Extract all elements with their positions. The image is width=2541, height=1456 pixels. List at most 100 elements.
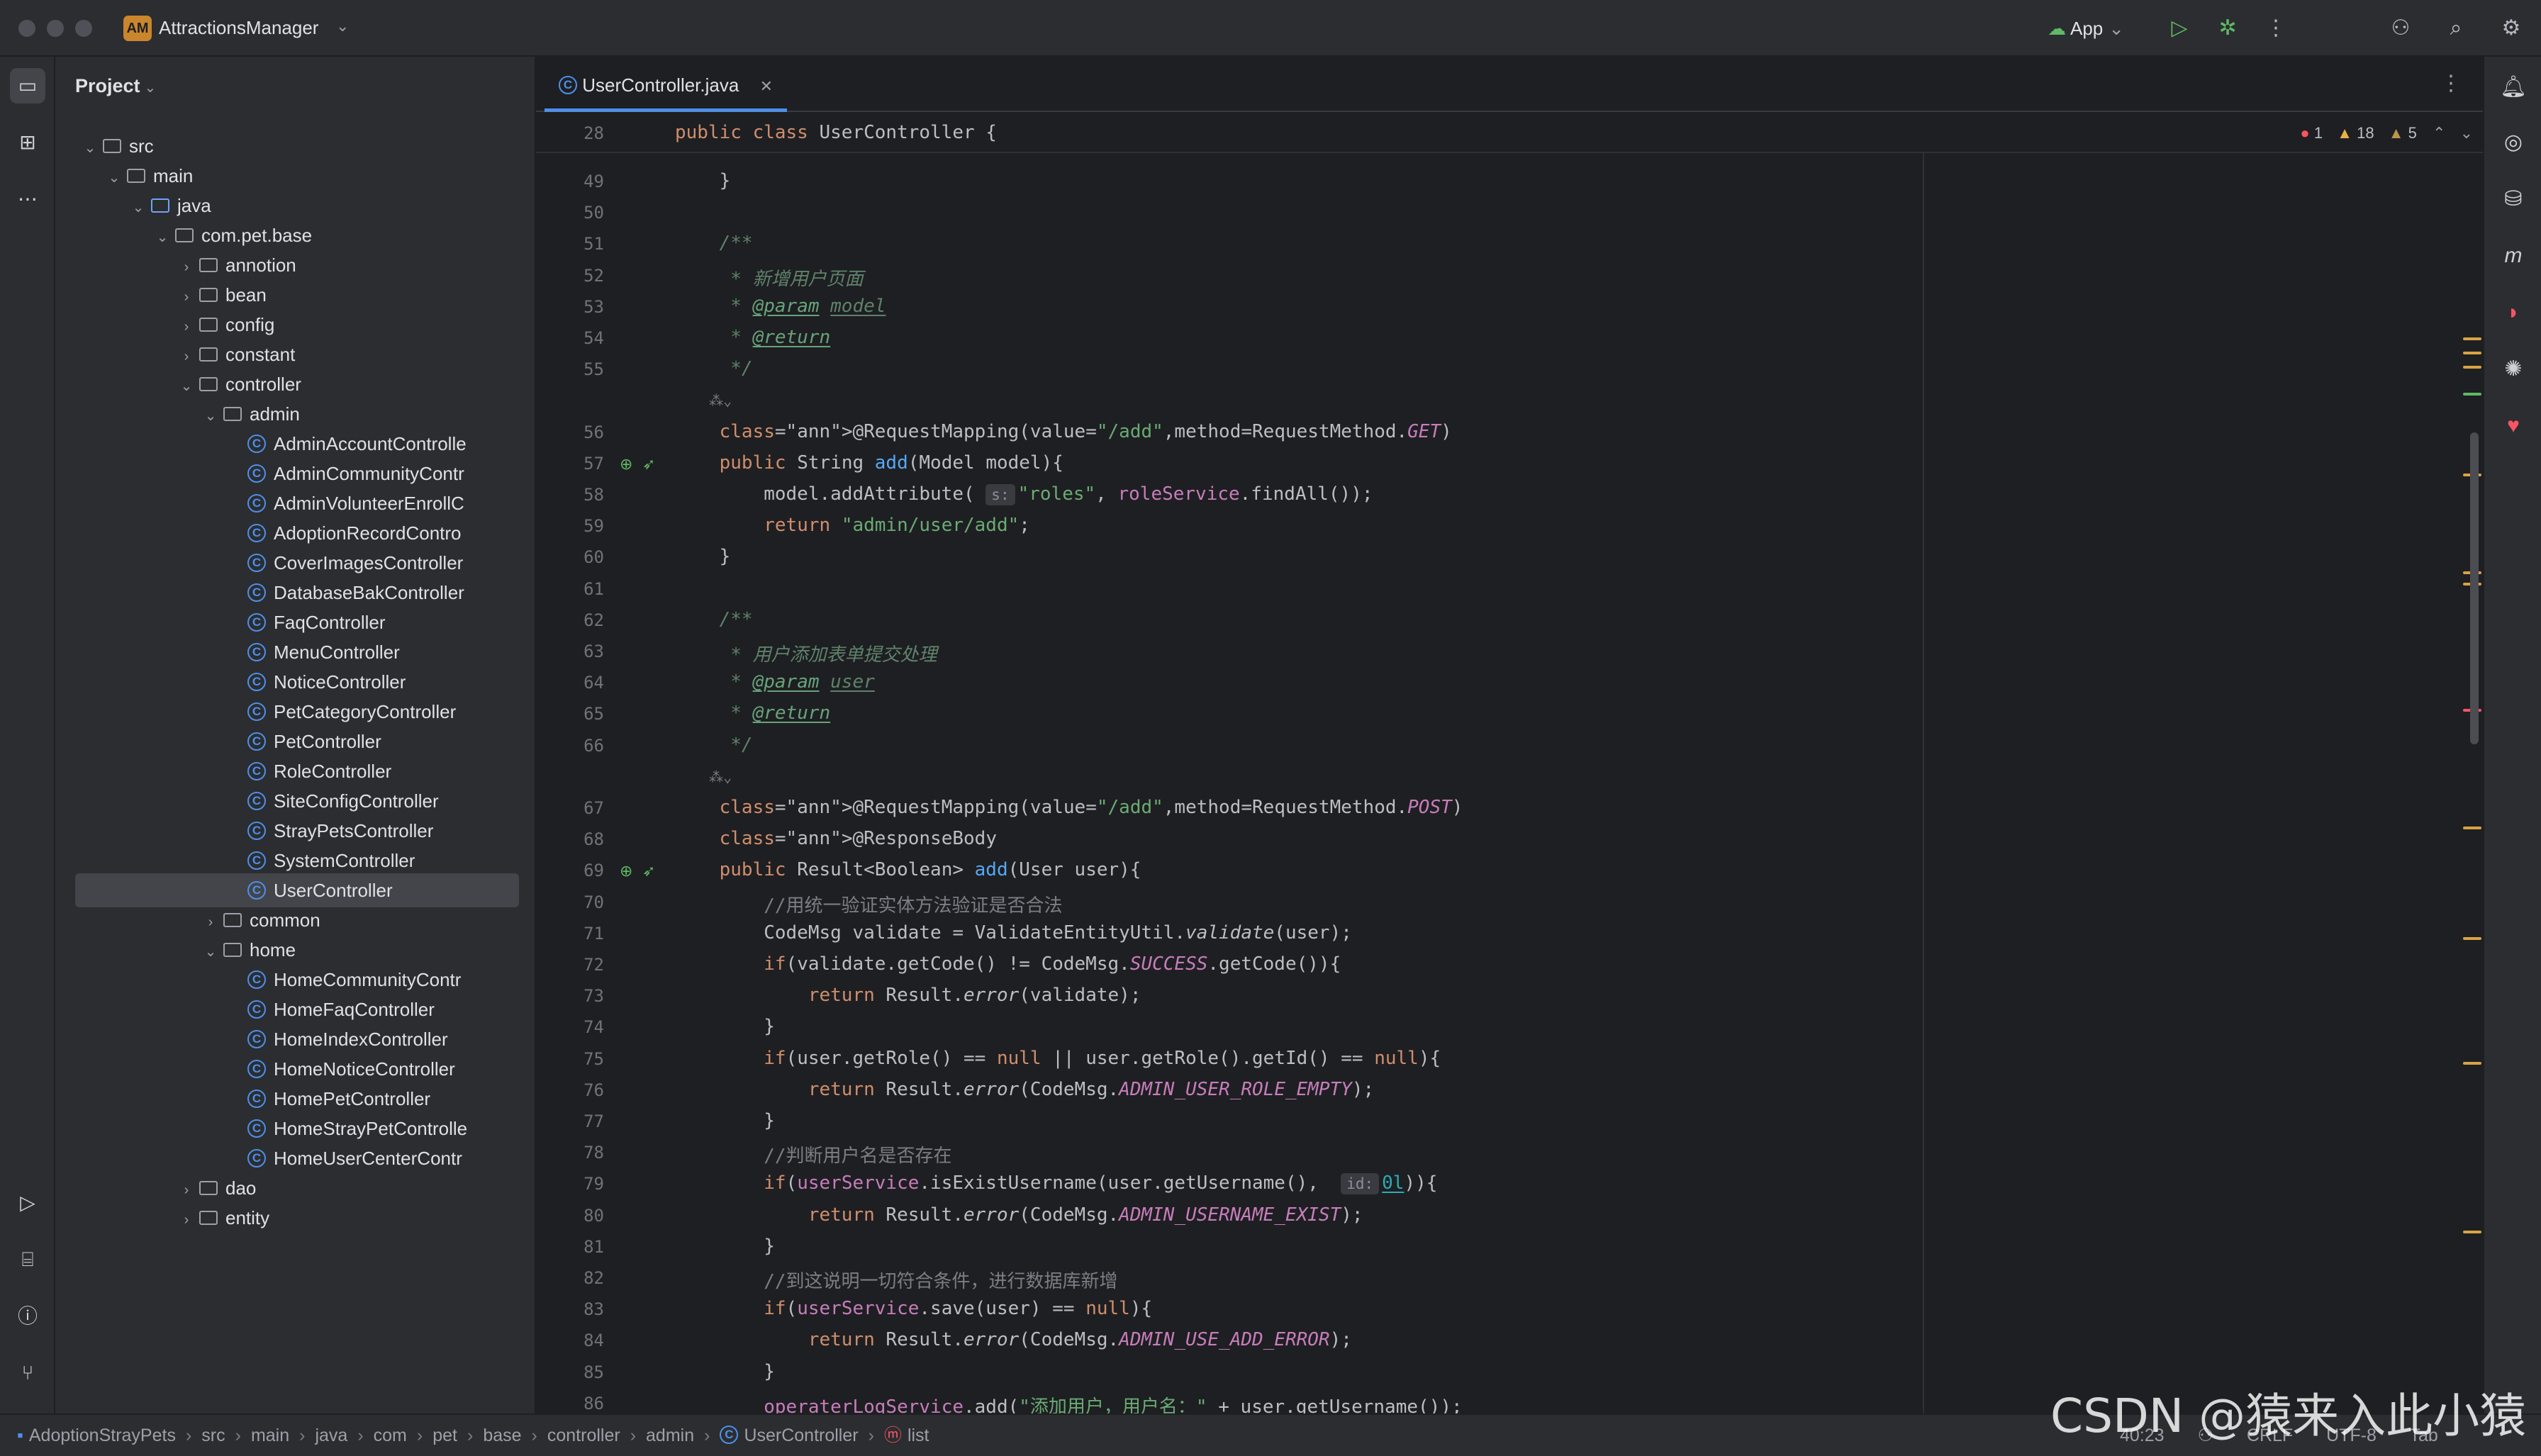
code-line[interactable]: } <box>675 1016 775 1037</box>
notifications-bell-icon[interactable]: 🔔︎ <box>2496 69 2531 105</box>
plugin-heart-icon[interactable]: ♥ <box>2496 408 2531 444</box>
minimize-window-button[interactable] <box>47 20 64 37</box>
code-line[interactable]: return Result.error(CodeMsg.ADMIN_USERNA… <box>675 1204 1363 1226</box>
chevron-down-icon[interactable]: ⌄ <box>336 17 349 35</box>
problems-icon[interactable]: ⓘ <box>10 1299 45 1334</box>
tree-item-class[interactable]: C RoleController <box>55 754 516 788</box>
breadcrumb-item[interactable]: admin <box>646 1426 694 1445</box>
tree-item-class[interactable]: C AdminAccountControlle <box>55 427 516 461</box>
tree-item-class[interactable]: C NoticeController <box>55 665 516 699</box>
code-line[interactable]: model.addAttribute( s: "roles", roleServi… <box>675 483 1373 505</box>
tree-item-class[interactable]: C HomeNoticeController <box>55 1052 516 1086</box>
code-line[interactable]: //用统一验证实体方法验证是否合法 <box>675 891 1062 917</box>
marker-stripe[interactable] <box>2463 393 2481 396</box>
tree-item-folder[interactable]: ⌄ com.pet.base <box>55 218 516 252</box>
code-line[interactable]: } <box>675 1110 775 1131</box>
breadcrumb-item[interactable]: list <box>908 1426 929 1445</box>
breadcrumb-item[interactable]: AdoptionStrayPets <box>29 1426 176 1445</box>
code-line[interactable]: public Result<Boolean> add(User user){ <box>675 859 1141 880</box>
marker-stripe[interactable] <box>2463 937 2481 940</box>
tree-item-class[interactable]: C HomeStrayPetControlle <box>55 1111 516 1146</box>
search-icon[interactable]: ⌕ <box>2442 14 2470 43</box>
tree-item-folder[interactable]: › common <box>55 903 516 937</box>
endpoint-icon[interactable]: ⊕ <box>620 455 632 474</box>
marker-stripe[interactable] <box>2463 1062 2481 1065</box>
line-number[interactable]: 70 <box>536 892 604 912</box>
plugin-aperture-icon[interactable]: ✺ <box>2496 352 2531 387</box>
breadcrumb-item[interactable]: src <box>201 1426 225 1445</box>
send-request-icon[interactable]: ➶ <box>642 862 655 880</box>
maven-icon[interactable]: m <box>2496 238 2531 274</box>
breadcrumb-item[interactable]: main <box>251 1426 289 1445</box>
line-number[interactable]: 75 <box>536 1049 604 1069</box>
line-number[interactable]: 59 <box>536 516 604 536</box>
line-number[interactable]: 67 <box>536 798 604 818</box>
line-number[interactable]: 49 <box>536 172 604 191</box>
tree-item-folder[interactable]: ⌄ admin <box>55 397 516 431</box>
zoom-window-button[interactable] <box>75 20 92 37</box>
tree-item-folder[interactable]: ⌄ main <box>55 159 516 193</box>
line-number[interactable]: 56 <box>536 422 604 442</box>
debug-icon[interactable]: ✲ <box>2213 14 2242 43</box>
line-number[interactable]: 55 <box>536 359 604 379</box>
line-number[interactable]: 72 <box>536 955 604 975</box>
code-line[interactable]: } <box>675 546 731 567</box>
code-line[interactable]: //判断用户名是否存在 <box>675 1141 951 1167</box>
code-line[interactable]: * @return <box>675 327 830 348</box>
code-line[interactable]: class="ann">@RequestMapping(value="/add"… <box>675 421 1452 442</box>
ai-assistant-icon[interactable]: ◎ <box>2496 125 2531 160</box>
line-number[interactable]: 54 <box>536 328 604 348</box>
close-icon[interactable]: ✕ <box>760 77 773 95</box>
tree-item-class[interactable]: C FaqController <box>55 605 516 639</box>
services-icon[interactable]: ▷ <box>10 1185 45 1221</box>
line-number[interactable]: 86 <box>536 1394 604 1413</box>
line-number[interactable]: 79 <box>536 1174 604 1194</box>
chevron-up-icon[interactable]: ⌃ <box>2433 124 2445 142</box>
endpoint-icon[interactable]: ⊕ <box>620 862 632 880</box>
code-line[interactable]: return Result.error(CodeMsg.ADMIN_USER_R… <box>675 1079 1374 1100</box>
close-window-button[interactable] <box>18 20 35 37</box>
tree-item-class[interactable]: C StrayPetsController <box>55 814 516 848</box>
tree-item-class[interactable]: C UserController <box>75 873 519 907</box>
tree-item-class[interactable]: C PetCategoryController <box>55 695 516 729</box>
database-icon[interactable]: ⛁ <box>2496 181 2531 217</box>
plugin-bird-icon[interactable]: ◗ <box>2496 295 2531 330</box>
tree-item-class[interactable]: C HomeCommunityContr <box>55 963 516 997</box>
add-user-icon[interactable]: ⚇ <box>2386 14 2415 43</box>
chevron-down-icon[interactable]: ⌄ <box>2460 124 2473 142</box>
line-number[interactable]: 84 <box>536 1331 604 1350</box>
run-config-selector[interactable]: ☁ App ⌄ <box>2048 16 2124 41</box>
send-request-icon[interactable]: ➶ <box>642 455 655 474</box>
code-line[interactable]: /** <box>675 609 753 630</box>
line-number[interactable]: 71 <box>536 924 604 943</box>
code-line[interactable]: ⁂⌄ <box>675 766 732 787</box>
code-line[interactable]: */ <box>675 734 752 756</box>
code-line[interactable]: } <box>675 1361 775 1382</box>
code-line[interactable]: * @param model <box>675 296 886 317</box>
line-number[interactable]: 76 <box>536 1080 604 1100</box>
tree-item-class[interactable]: C DatabaseBakController <box>55 576 516 610</box>
marker-stripe[interactable] <box>2463 1231 2481 1233</box>
tab-options-icon[interactable]: ⋮ <box>2440 71 2462 96</box>
line-number[interactable]: 52 <box>536 266 604 286</box>
git-branch-icon[interactable]: ⑂ <box>10 1355 45 1391</box>
tree-item-class[interactable]: C CoverImagesController <box>55 546 516 580</box>
marker-stripe[interactable] <box>2463 352 2481 354</box>
tree-item-class[interactable]: C MenuController <box>55 635 516 669</box>
tab-usercontroller[interactable]: C UserController.java ✕ <box>544 57 787 112</box>
marker-stripe[interactable] <box>2463 366 2481 369</box>
line-number[interactable]: 81 <box>536 1237 604 1257</box>
tree-item-class[interactable]: C AdoptionRecordContro <box>55 516 516 550</box>
code-line[interactable]: class="ann">@ResponseBody <box>675 828 997 849</box>
tree-item-class[interactable]: C HomePetController <box>55 1082 516 1116</box>
line-number[interactable]: 57 <box>536 454 604 474</box>
project-badge[interactable]: AM <box>123 16 152 41</box>
line-number[interactable]: 85 <box>536 1362 604 1382</box>
marker-stripe[interactable] <box>2463 337 2481 340</box>
tree-item-class[interactable]: C AdminCommunityContr <box>55 457 516 491</box>
code-line[interactable]: if(validate.getCode() != CodeMsg.SUCCESS… <box>675 953 1341 975</box>
tree-item-folder[interactable]: › config <box>55 308 516 342</box>
line-number[interactable]: 69 <box>536 861 604 880</box>
line-number[interactable]: 58 <box>536 485 604 505</box>
project-folder-icon[interactable]: ▭ <box>10 68 45 103</box>
